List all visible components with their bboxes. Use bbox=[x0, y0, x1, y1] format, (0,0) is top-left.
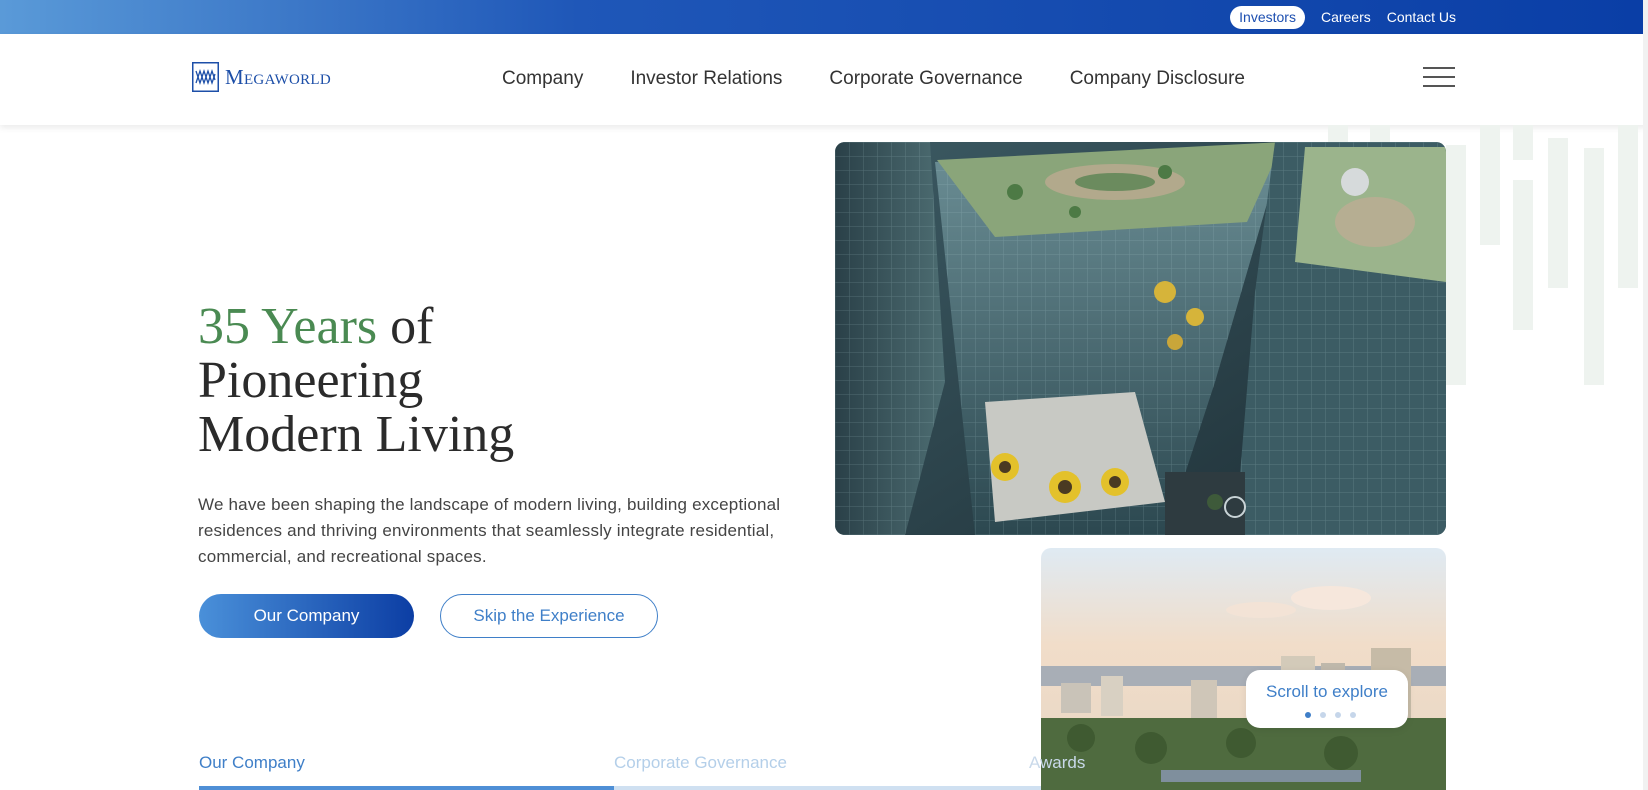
tab-corporate-governance[interactable]: Corporate Governance bbox=[614, 753, 787, 773]
hero-title-line3: Modern Living bbox=[198, 406, 515, 463]
investors-link[interactable]: Investors bbox=[1230, 6, 1305, 29]
scroll-label: Scroll to explore bbox=[1266, 682, 1388, 701]
tab-progress-active bbox=[199, 786, 614, 790]
hamburger-menu-icon[interactable] bbox=[1423, 67, 1455, 89]
primary-nav: Company Investor Relations Corporate Gov… bbox=[502, 67, 1245, 91]
hero-title: 35 Years of Pioneering Modern Living bbox=[198, 300, 758, 462]
careers-link[interactable]: Careers bbox=[1321, 9, 1371, 26]
decorative-bar bbox=[1548, 138, 1568, 288]
slide-dot[interactable] bbox=[1320, 712, 1326, 718]
contact-us-link[interactable]: Contact Us bbox=[1387, 9, 1456, 26]
decorative-bar bbox=[1513, 125, 1533, 160]
tab-our-company[interactable]: Our Company bbox=[199, 753, 305, 773]
logo-text: Megaworld bbox=[225, 64, 331, 89]
decorative-bar bbox=[1446, 145, 1466, 385]
nav-corporate-governance[interactable]: Corporate Governance bbox=[829, 67, 1022, 91]
skip-experience-button[interactable]: Skip the Experience bbox=[440, 594, 658, 638]
slide-dot[interactable] bbox=[1305, 712, 1311, 718]
tab-progress-inactive bbox=[614, 786, 1041, 790]
tab-awards[interactable]: Awards bbox=[1029, 753, 1085, 773]
nav-investor-relations[interactable]: Investor Relations bbox=[630, 67, 782, 91]
top-utility-bar: Investors Careers Contact Us bbox=[0, 0, 1648, 34]
nav-company[interactable]: Company bbox=[502, 67, 583, 91]
slide-indicator bbox=[1305, 712, 1356, 718]
utility-links: Investors Careers Contact Us bbox=[1230, 6, 1456, 29]
slide-dot[interactable] bbox=[1350, 712, 1356, 718]
scroll-to-explore[interactable]: Scroll to explore bbox=[1246, 670, 1408, 728]
aerial-towers-image bbox=[835, 142, 1446, 535]
slide-dot[interactable] bbox=[1335, 712, 1341, 718]
decorative-bar bbox=[1513, 180, 1533, 330]
decorative-bar bbox=[1584, 148, 1604, 385]
our-company-button[interactable]: Our Company bbox=[199, 594, 414, 638]
decorative-bar bbox=[1480, 125, 1500, 245]
logo-mark-icon bbox=[192, 62, 219, 92]
page-scrollbar[interactable] bbox=[1643, 0, 1648, 790]
decorative-bar bbox=[1618, 125, 1638, 288]
hero-title-line2: Pioneering bbox=[198, 352, 424, 409]
main-header: Megaworld Company Investor Relations Cor… bbox=[0, 34, 1648, 125]
hero-description: We have been shaping the landscape of mo… bbox=[198, 495, 781, 566]
megaworld-logo[interactable]: Megaworld bbox=[192, 62, 331, 92]
city-skyline-image bbox=[1041, 548, 1446, 790]
nav-company-disclosure[interactable]: Company Disclosure bbox=[1070, 67, 1245, 91]
hero-title-of: of bbox=[377, 298, 434, 355]
hero-title-accent: 35 Years bbox=[198, 298, 378, 355]
